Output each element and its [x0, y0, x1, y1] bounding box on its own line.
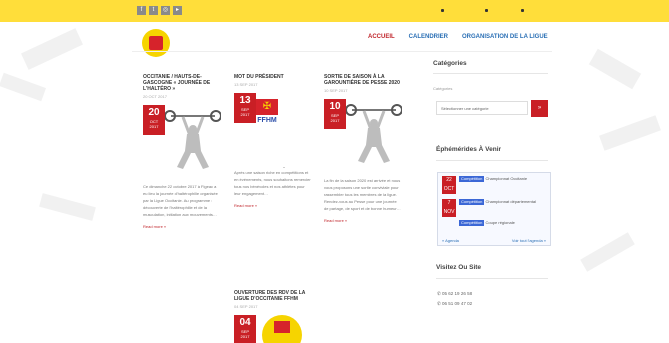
ffhm-logo: FFHM	[257, 117, 277, 124]
top-menu	[485, 9, 488, 12]
read-more-link[interactable]: Read more »	[234, 203, 312, 208]
post-card: MOT DU PRÉSIDENT 13 SEP 2017 13 SEP 2017…	[234, 74, 312, 208]
phone-icon: ✆	[437, 301, 441, 306]
post-meta: 04 SEP 2017	[234, 304, 258, 309]
categories-label: Catégories	[433, 86, 453, 91]
visit-title: Visitez Ou Site	[436, 264, 482, 271]
youtube-icon[interactable]: ▸	[173, 6, 182, 15]
ephemeris-prev-link[interactable]: « Agenda	[442, 238, 459, 243]
read-more-link[interactable]: Read more »	[324, 218, 402, 223]
ephemeris-date: 7 NOV	[442, 199, 456, 217]
background-decoration	[0, 72, 47, 102]
date-badge: 20 OCT 2017	[143, 105, 165, 135]
post-meta: 10 SEP 2017	[324, 88, 348, 93]
ephemeris-tag: Compétition	[459, 199, 485, 205]
post-thumbnail[interactable]: 20 OCT 2017	[143, 103, 221, 179]
post-title[interactable]: SORTIE DE SAISON À LA GAROUNTIÈRE DE PES…	[324, 74, 402, 86]
background-decoration	[588, 48, 642, 90]
widget-divider	[433, 73, 548, 74]
post-title[interactable]: OUVERTURE DES RDV DE LA LIGUE D'OCCITANI…	[234, 290, 312, 302]
sidebar: Catégories Catégories	[433, 60, 548, 91]
ephemeris-item[interactable]: Compétition Coupe régionale	[442, 220, 543, 226]
widget-divider	[436, 278, 548, 279]
weightlifter-icon	[346, 104, 402, 163]
post-card: OCCITANIE / HAUTS-DE-GASCOGNE « JOURNÉE …	[143, 74, 221, 229]
nav-calendrier[interactable]: CALENDRIER	[409, 34, 448, 40]
ephemeris-widget: 22 OCT Compétition Championnat Occitanie …	[437, 172, 551, 246]
ephemeris-date: 22 OCT	[442, 176, 456, 194]
ephemeris-item[interactable]: 22 OCT Compétition Championnat Occitanie	[442, 176, 543, 194]
post-excerpt: La fin de la saison 2020 est arrivée et …	[324, 178, 401, 211]
post-thumbnail[interactable]: 10 SEP 2017	[324, 97, 402, 173]
ephemeris-item[interactable]: 7 NOV Compétition Championnat département…	[442, 199, 543, 217]
post-thumbnail[interactable]: 04 SEP 2017	[234, 313, 312, 343]
date-badge: 04 SEP 2017	[234, 315, 256, 343]
ephemeris-tag: Compétition	[459, 220, 485, 226]
top-menu	[521, 9, 524, 12]
ephemeris-all-link[interactable]: Voir tout l'agenda »	[512, 238, 546, 243]
date-badge: 13 SEP 2017	[234, 93, 256, 123]
category-submit-button[interactable]: »	[531, 100, 548, 117]
top-menu-dot[interactable]	[485, 9, 488, 12]
category-select[interactable]: Sélectionner une catégorie	[436, 101, 528, 115]
widget-divider	[436, 160, 548, 161]
read-more-link[interactable]: Read more »	[143, 224, 221, 229]
background-decoration	[21, 28, 83, 70]
date-badge: 10 SEP 2017	[324, 99, 346, 129]
background-decoration	[599, 115, 661, 151]
post-excerpt: Ce dimanche 22 octobre 2017 à Figeac a e…	[143, 184, 218, 217]
top-menu	[441, 9, 444, 12]
categories-title: Catégories	[433, 60, 467, 67]
top-menu-dot[interactable]	[441, 9, 444, 12]
post-title[interactable]: OCCITANIE / HAUTS-DE-GASCOGNE « JOURNÉE …	[143, 74, 221, 92]
post-thumbnail[interactable]: 13 SEP 2017 ✠ FFHM	[234, 91, 312, 167]
occitanie-flag-icon: ✠	[256, 99, 278, 115]
twitter-icon[interactable]: t	[149, 6, 158, 15]
background-decoration	[580, 232, 635, 272]
post-title[interactable]: MOT DU PRÉSIDENT	[234, 74, 312, 80]
nav-organisation[interactable]: ORGANISATION DE LA LIGUE	[462, 34, 548, 40]
phone-icon: ✆	[437, 291, 441, 296]
site-logo[interactable]	[142, 29, 170, 57]
ephemeris-title: Éphémérides À Venir	[436, 146, 502, 153]
main-nav: ACCUEIL CALENDRIER ORGANISATION DE LA LI…	[368, 34, 562, 40]
weightlifter-icon	[165, 110, 221, 169]
nav-divider	[132, 51, 552, 52]
social-links: f t ◎ ▸	[137, 6, 182, 15]
post-card: OUVERTURE DES RDV DE LA LIGUE D'OCCITANI…	[234, 290, 312, 343]
ephemeris-tag: Compétition	[459, 176, 485, 182]
top-menu-dot[interactable]	[521, 9, 524, 12]
top-bar	[0, 0, 669, 22]
contact-phone: ✆ 05 62 19 26 58	[437, 291, 473, 296]
post-meta: 20 OCT 2017	[143, 94, 167, 99]
post-card: SORTIE DE SAISON À LA GAROUNTIÈRE DE PES…	[324, 74, 402, 223]
instagram-icon[interactable]: ◎	[161, 6, 170, 15]
background-decoration	[39, 193, 96, 221]
facebook-icon[interactable]: f	[137, 6, 146, 15]
post-meta: 13 SEP 2017	[234, 82, 258, 87]
nav-accueil[interactable]: ACCUEIL	[368, 34, 395, 40]
contact-phone: ✆ 06 51 09 47 02	[437, 301, 473, 306]
ligue-badge-icon	[262, 315, 302, 343]
